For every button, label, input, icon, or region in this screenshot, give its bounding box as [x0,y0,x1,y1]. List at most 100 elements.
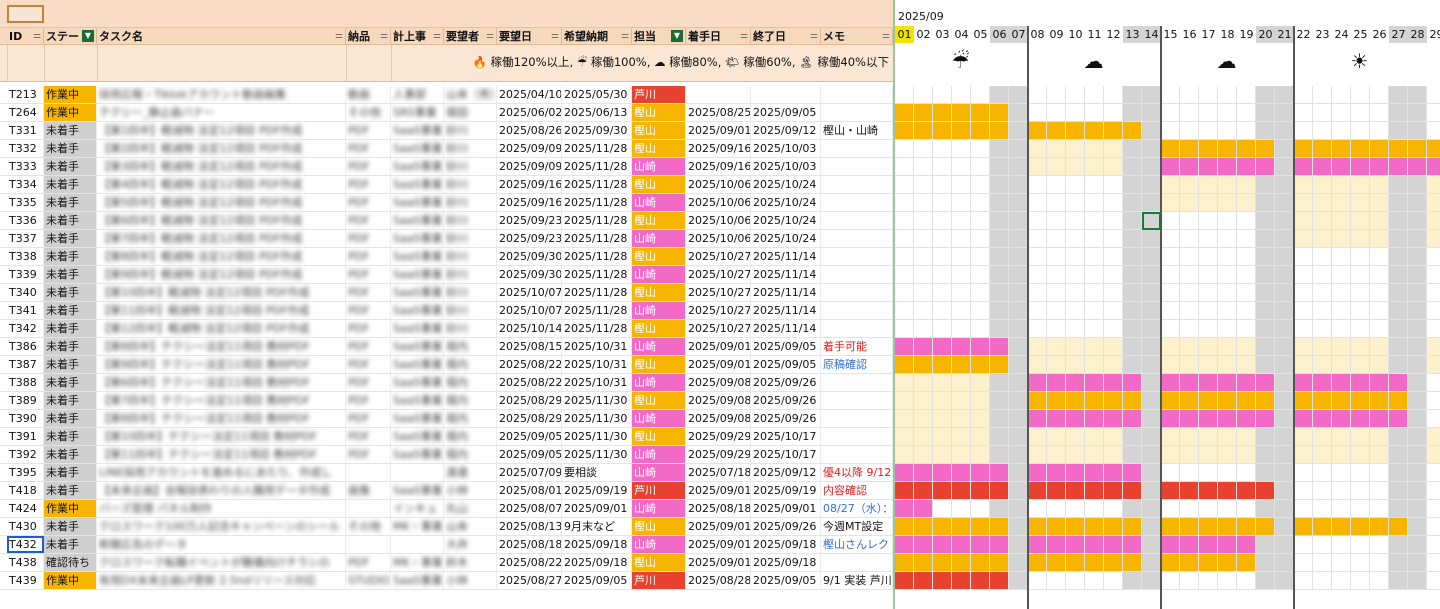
cell-due[interactable]: 2025/09/05 [562,572,632,589]
cell-memo[interactable] [821,428,893,445]
gantt-cell[interactable] [1123,356,1142,374]
gantt-cell[interactable] [952,320,971,338]
gantt-cell[interactable] [895,500,914,518]
gantt-cell[interactable] [1275,212,1294,230]
day-header[interactable]: 02 [914,26,933,43]
gantt-cell[interactable] [1218,536,1237,554]
cell-due[interactable]: 2025/09/19 [562,482,632,499]
gantt-cell[interactable] [1427,194,1440,212]
gantt-cell[interactable] [971,536,990,554]
gantt-cell[interactable] [1275,338,1294,356]
gantt-cell[interactable] [1256,428,1275,446]
gantt-cell[interactable] [952,266,971,284]
gantt-cell[interactable] [1180,176,1199,194]
gantt-cell[interactable] [1066,572,1085,590]
cell-status[interactable]: 未着手 [44,158,97,175]
gantt-cell[interactable] [914,176,933,194]
gantt-cell[interactable] [895,86,914,104]
cell-id[interactable]: T389 [7,392,44,409]
gantt-cell[interactable] [1389,266,1408,284]
gantt-cell[interactable] [1009,104,1028,122]
gantt-cell[interactable] [1237,554,1256,572]
gantt-cell[interactable] [1313,428,1332,446]
gantt-cell[interactable] [1009,428,1028,446]
cell-end[interactable]: 2025/10/24 [751,176,821,193]
gantt-cell[interactable] [1218,194,1237,212]
gantt-cell[interactable] [1161,176,1180,194]
table-row[interactable]: T386 未着手 【第8四半】テクシー法定11項目 教材PDF PDF SaaS事業 堀内… [0,338,893,356]
gantt-cell[interactable] [1009,572,1028,590]
gantt-cell[interactable] [1275,104,1294,122]
gantt-cell[interactable] [914,320,933,338]
gantt-cell[interactable] [971,410,990,428]
gantt-cell[interactable] [895,284,914,302]
gantt-cell[interactable] [1104,518,1123,536]
gantt-cell[interactable] [1066,338,1085,356]
gantt-cell[interactable] [990,572,1009,590]
gantt-cell[interactable] [1313,284,1332,302]
day-header[interactable]: 08 [1028,26,1047,43]
table-row[interactable]: T391 未着手 【第10四半】テクシー法定11項目 教材PDF PDF SaaS事業堀… [0,428,893,446]
gantt-cell[interactable] [1180,302,1199,320]
gantt-cell[interactable] [1332,518,1351,536]
cell-reqdate[interactable]: 2025/04/10 [497,86,562,103]
cell-due[interactable]: 2025/05/30 [562,86,632,103]
gantt-cell[interactable] [1161,104,1180,122]
gantt-cell[interactable] [1199,158,1218,176]
cell-acct[interactable]: SaaS事業 [391,320,444,337]
cell-reqdate[interactable]: 2025/10/07 [497,284,562,301]
gantt-cell[interactable] [1294,176,1313,194]
filter-active-icon[interactable]: ▼ [671,30,683,42]
gantt-cell[interactable] [1066,230,1085,248]
gantt-cell[interactable] [933,194,952,212]
gantt-cell[interactable] [1256,482,1275,500]
gantt-cell[interactable] [1066,518,1085,536]
cell-memo[interactable] [821,266,893,283]
gantt-cell[interactable] [1180,248,1199,266]
day-header[interactable]: 12 [1104,26,1123,43]
gantt-cell[interactable] [1389,428,1408,446]
gantt-cell[interactable] [1123,320,1142,338]
gantt-cell[interactable] [1256,212,1275,230]
gantt-cell[interactable] [1142,410,1161,428]
gantt-cell[interactable] [1275,86,1294,104]
gantt-cell[interactable] [1104,122,1123,140]
gantt-cell[interactable] [933,428,952,446]
gantt-cell[interactable] [1294,428,1313,446]
gantt-cell[interactable] [1199,500,1218,518]
cell-start[interactable]: 2025/09/29 [686,428,751,445]
gantt-cell[interactable] [990,320,1009,338]
cell-start[interactable]: 2025/10/27 [686,284,751,301]
gantt-cell[interactable] [1332,320,1351,338]
gantt-cell[interactable] [1389,374,1408,392]
cell-memo[interactable]: 今週MT設定 [821,518,893,535]
table-row[interactable]: T336 未着手 【第6四半】軽減物 法定12項目 PDF作成 PDF SaaS事業 砂川… [0,212,893,230]
cell-start[interactable]: 2025/08/28 [686,572,751,589]
gantt-cell[interactable] [1199,86,1218,104]
gantt-cell[interactable] [1218,572,1237,590]
gantt-cell[interactable] [1313,158,1332,176]
gantt-cell[interactable] [1161,428,1180,446]
cell-memo[interactable] [821,410,893,427]
gantt-cell[interactable] [1066,176,1085,194]
gantt-cell[interactable] [1028,86,1047,104]
gantt-cell[interactable] [1237,374,1256,392]
gantt-cell[interactable] [1123,500,1142,518]
cell-memo[interactable] [821,302,893,319]
gantt-cell[interactable] [1427,140,1440,158]
cell-end[interactable]: 2025/09/19 [751,482,821,499]
gantt-cell[interactable] [1199,194,1218,212]
header-deliv[interactable]: 納品 ⚌ [346,28,391,45]
cell-task[interactable]: 有用DX未来企画LP更新 2.5ndリリース対応 [97,572,346,589]
gantt-cell[interactable] [1142,284,1161,302]
gantt-cell[interactable] [1427,536,1440,554]
cell-memo[interactable]: 08/27（水）： [821,500,893,517]
gantt-cell[interactable] [1161,194,1180,212]
gantt-cell[interactable] [1104,104,1123,122]
gantt-cell[interactable] [1237,284,1256,302]
gantt-cell[interactable] [1199,572,1218,590]
gantt-cell[interactable] [933,122,952,140]
day-header[interactable]: 13 [1123,26,1142,43]
gantt-cell[interactable] [1066,536,1085,554]
gantt-cell[interactable] [933,500,952,518]
